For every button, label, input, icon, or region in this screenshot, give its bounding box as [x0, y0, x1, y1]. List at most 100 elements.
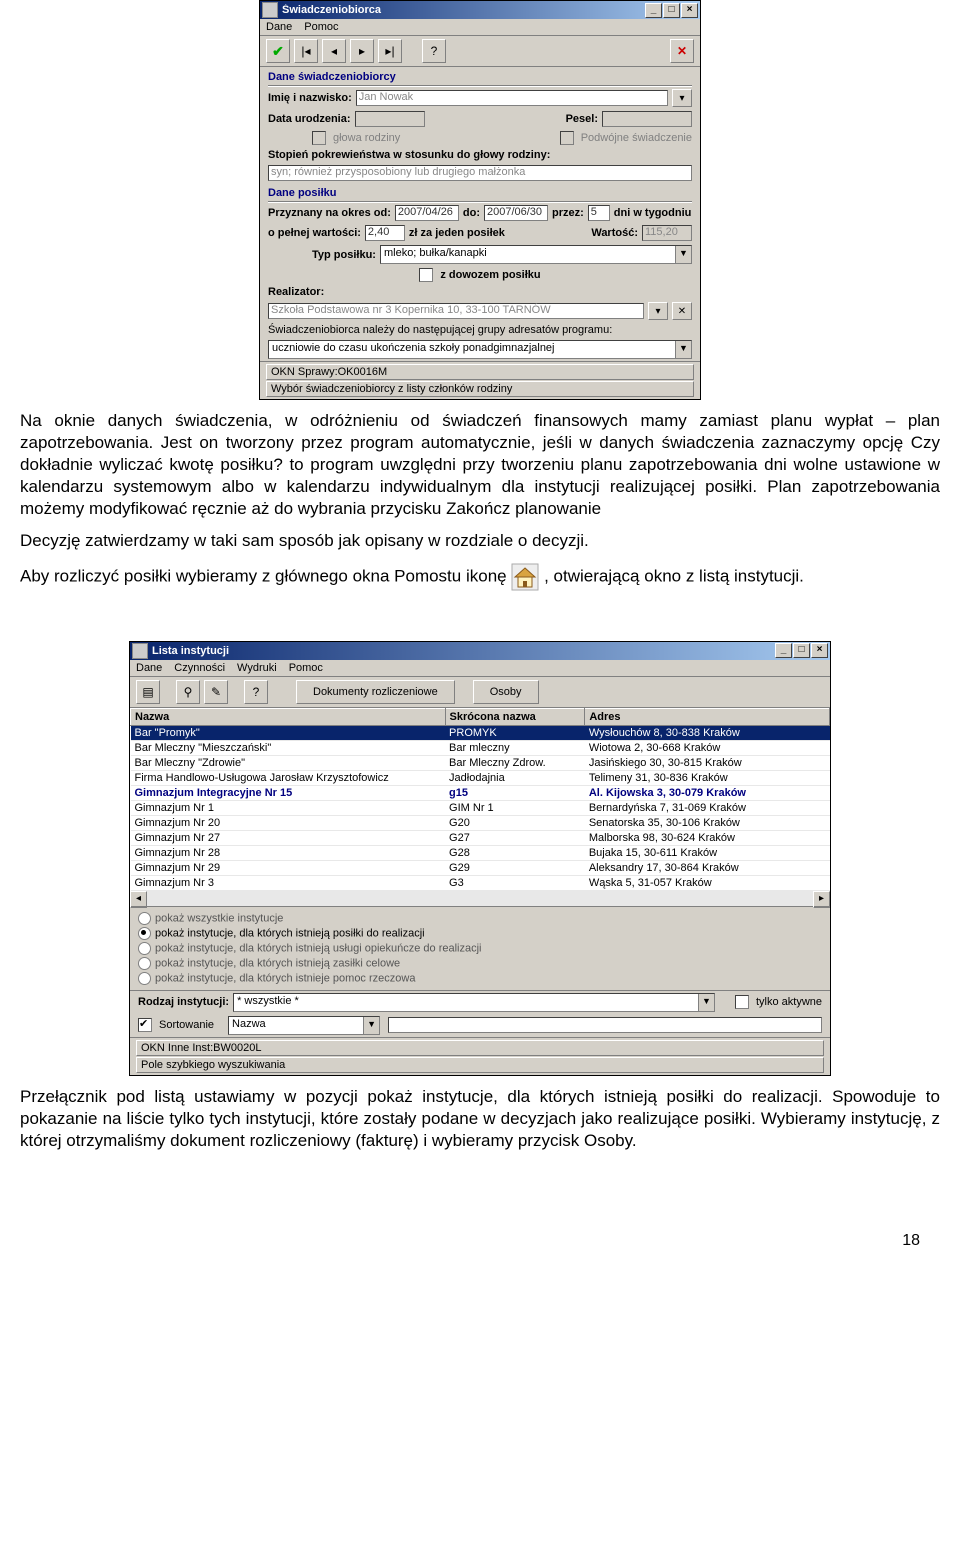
table-row[interactable]: Gimnazjum Nr 20G20Senatorska 35, 30-106 … — [131, 815, 830, 830]
sort-checkbox[interactable] — [138, 1018, 152, 1032]
scroll-right-icon[interactable]: ▸ — [813, 891, 830, 908]
only-active-checkbox[interactable] — [735, 995, 749, 1009]
table-row[interactable]: Gimnazjum Nr 3G3Wąska 5, 31-057 Kraków — [131, 875, 830, 890]
window-icon — [262, 2, 278, 18]
nav-first-icon[interactable]: |◂ — [294, 39, 318, 63]
chevron-down-icon[interactable]: ▼ — [675, 246, 691, 263]
table-cell: Malborska 98, 30-624 Kraków — [585, 830, 830, 845]
double-checkbox-label: Podwójne świadczenie — [581, 132, 692, 144]
menu-czynnosci[interactable]: Czynności — [174, 662, 225, 674]
table-row[interactable]: Gimnazjum Nr 28G28Bujaka 15, 30-611 Krak… — [131, 845, 830, 860]
table-row[interactable]: Gimnazjum Nr 1GIM Nr 1Bernardyńska 7, 31… — [131, 800, 830, 815]
tool-edit-icon[interactable]: ✎ — [204, 680, 228, 704]
table-row[interactable]: Firma Handlowo-Usługowa Jarosław Krzyszt… — [131, 770, 830, 785]
menu-dane[interactable]: Dane — [136, 662, 162, 674]
radio-icon[interactable] — [138, 957, 151, 970]
page-number: 18 — [0, 1202, 960, 1250]
program-group-select[interactable]: uczniowie do czasu ukończenia szkoły pon… — [268, 340, 692, 359]
period-from-input[interactable]: 2007/04/26 — [395, 205, 459, 221]
table-row[interactable]: Gimnazjum Nr 29G29Aleksandry 17, 30-864 … — [131, 860, 830, 875]
table-row[interactable]: Gimnazjum Integracyjne Nr 15g15Al. Kijow… — [131, 785, 830, 800]
table-row[interactable]: Gimnazjum Nr 27G27Malborska 98, 30-624 K… — [131, 830, 830, 845]
status-text: Wybór świadczeniobiorcy z listy członków… — [266, 381, 694, 397]
radio-icon[interactable] — [138, 927, 151, 940]
period-to-label: do: — [463, 207, 480, 219]
col-short[interactable]: Skrócona nazwa — [445, 708, 585, 725]
radio-icon[interactable] — [138, 972, 151, 985]
table-row[interactable]: Bar "Promyk"PROMYKWysłouchów 8, 30-838 K… — [131, 725, 830, 740]
chevron-down-icon[interactable]: ▼ — [675, 341, 691, 358]
period-to-input[interactable]: 2007/06/30 — [484, 205, 548, 221]
realizer-clear-button[interactable]: ✕ — [672, 302, 692, 320]
inst-type-value: * wszystkie * — [234, 994, 698, 1011]
institutions-window: Lista instytucji _ □ × Dane Czynności Wy… — [129, 641, 831, 1076]
sort-filter-input[interactable] — [388, 1017, 822, 1033]
filter-radio-row[interactable]: pokaż instytucje, dla których istnieją u… — [138, 941, 822, 956]
chevron-down-icon[interactable]: ▼ — [698, 994, 714, 1011]
filter-radio-row[interactable]: pokaż instytucje, dla których istnieje p… — [138, 971, 822, 986]
realizer-input[interactable]: Szkoła Podstawowa nr 3 Kopernika 10, 33-… — [268, 303, 644, 319]
tool-view-icon[interactable]: ⚲ — [176, 680, 200, 704]
help-icon[interactable]: ? — [244, 680, 268, 704]
table-cell: Al. Kijowska 3, 30-079 Kraków — [585, 785, 830, 800]
table-cell: Gimnazjum Nr 20 — [131, 815, 446, 830]
filter-radio-row[interactable]: pokaż wszystkie instytucje — [138, 911, 822, 926]
sort-select[interactable]: Nazwa ▼ — [228, 1016, 380, 1035]
filter-radio-label: pokaż instytucje, dla których istnieją p… — [155, 927, 425, 939]
realizer-label: Realizator: — [268, 286, 324, 298]
filter-radio-row[interactable]: pokaż instytucje, dla których istnieją p… — [138, 926, 822, 941]
table-cell: Wiotowa 2, 30-668 Kraków — [585, 740, 830, 755]
radio-icon[interactable] — [138, 942, 151, 955]
days-per-week-input[interactable]: 5 — [588, 205, 610, 221]
table-cell: Bar "Promyk" — [131, 725, 446, 740]
program-group-label: Świadczeniobiorca należy do następującej… — [268, 324, 612, 336]
help-icon[interactable]: ? — [422, 39, 446, 63]
minimize-button[interactable]: _ — [645, 3, 662, 18]
table-row[interactable]: Bar Mleczny "Zdrowie"Bar Mleczny Zdrow.J… — [131, 755, 830, 770]
nav-last-icon[interactable]: ▸| — [378, 39, 402, 63]
table-cell: G20 — [445, 815, 585, 830]
col-name[interactable]: Nazwa — [131, 708, 446, 725]
table-cell: Jasińskiego 30, 30-815 Kraków — [585, 755, 830, 770]
maximize-button[interactable]: □ — [663, 3, 680, 18]
titlebar[interactable]: Lista instytucji _ □ × — [130, 642, 830, 660]
h-scrollbar[interactable]: ◂ ▸ — [130, 891, 830, 906]
pesel-input[interactable] — [602, 111, 692, 127]
relation-input[interactable]: syn; również przysposobiony lub drugiego… — [268, 165, 692, 181]
name-input[interactable]: Jan Nowak — [356, 90, 668, 106]
menu-pomoc[interactable]: Pomoc — [289, 662, 323, 674]
institutions-table[interactable]: Nazwa Skrócona nazwa Adres Bar "Promyk"P… — [130, 708, 830, 891]
dob-input[interactable] — [355, 111, 425, 127]
per-meal-label: zł za jeden posiłek — [409, 227, 505, 239]
fullval-input[interactable]: 2,40 — [365, 225, 405, 241]
minimize-button[interactable]: _ — [775, 643, 792, 658]
tool-confirm-icon[interactable]: ✔ — [266, 39, 290, 63]
close-button[interactable]: × — [811, 643, 828, 658]
menu-pomoc[interactable]: Pomoc — [304, 21, 338, 33]
inst-type-select[interactable]: * wszystkie * ▼ — [233, 993, 715, 1012]
table-row[interactable]: Bar Mleczny "Mieszczański"Bar mlecznyWio… — [131, 740, 830, 755]
radio-icon[interactable] — [138, 912, 151, 925]
menu-wydruki[interactable]: Wydruki — [237, 662, 277, 674]
tool-close-icon[interactable]: ✕ — [670, 39, 694, 63]
table-cell: Bujaka 15, 30-611 Kraków — [585, 845, 830, 860]
menu-dane[interactable]: Dane — [266, 21, 292, 33]
table-cell: Gimnazjum Nr 1 — [131, 800, 446, 815]
settlement-docs-button[interactable]: Dokumenty rozliczeniowe — [296, 680, 455, 704]
close-button[interactable]: × — [681, 3, 698, 18]
realizer-dropdown-button[interactable]: ▾ — [648, 302, 668, 320]
persons-button[interactable]: Osoby — [473, 680, 539, 704]
filter-radio-label: pokaż wszystkie instytucje — [155, 912, 283, 924]
delivery-checkbox[interactable] — [419, 268, 433, 282]
titlebar[interactable]: Świadczeniobiorca _ □ × — [260, 1, 700, 19]
chevron-down-icon[interactable]: ▼ — [363, 1017, 379, 1034]
nav-next-icon[interactable]: ▸ — [350, 39, 374, 63]
filter-radio-row[interactable]: pokaż instytucje, dla których istnieją z… — [138, 956, 822, 971]
tool-1-icon[interactable]: ▤ — [136, 680, 160, 704]
nav-prev-icon[interactable]: ◂ — [322, 39, 346, 63]
mealtype-select[interactable]: mleko; bułka/kanapki ▼ — [380, 245, 692, 264]
scroll-left-icon[interactable]: ◂ — [130, 891, 147, 908]
maximize-button[interactable]: □ — [793, 643, 810, 658]
col-address[interactable]: Adres — [585, 708, 830, 725]
name-dropdown-button[interactable]: ▾ — [672, 89, 692, 107]
